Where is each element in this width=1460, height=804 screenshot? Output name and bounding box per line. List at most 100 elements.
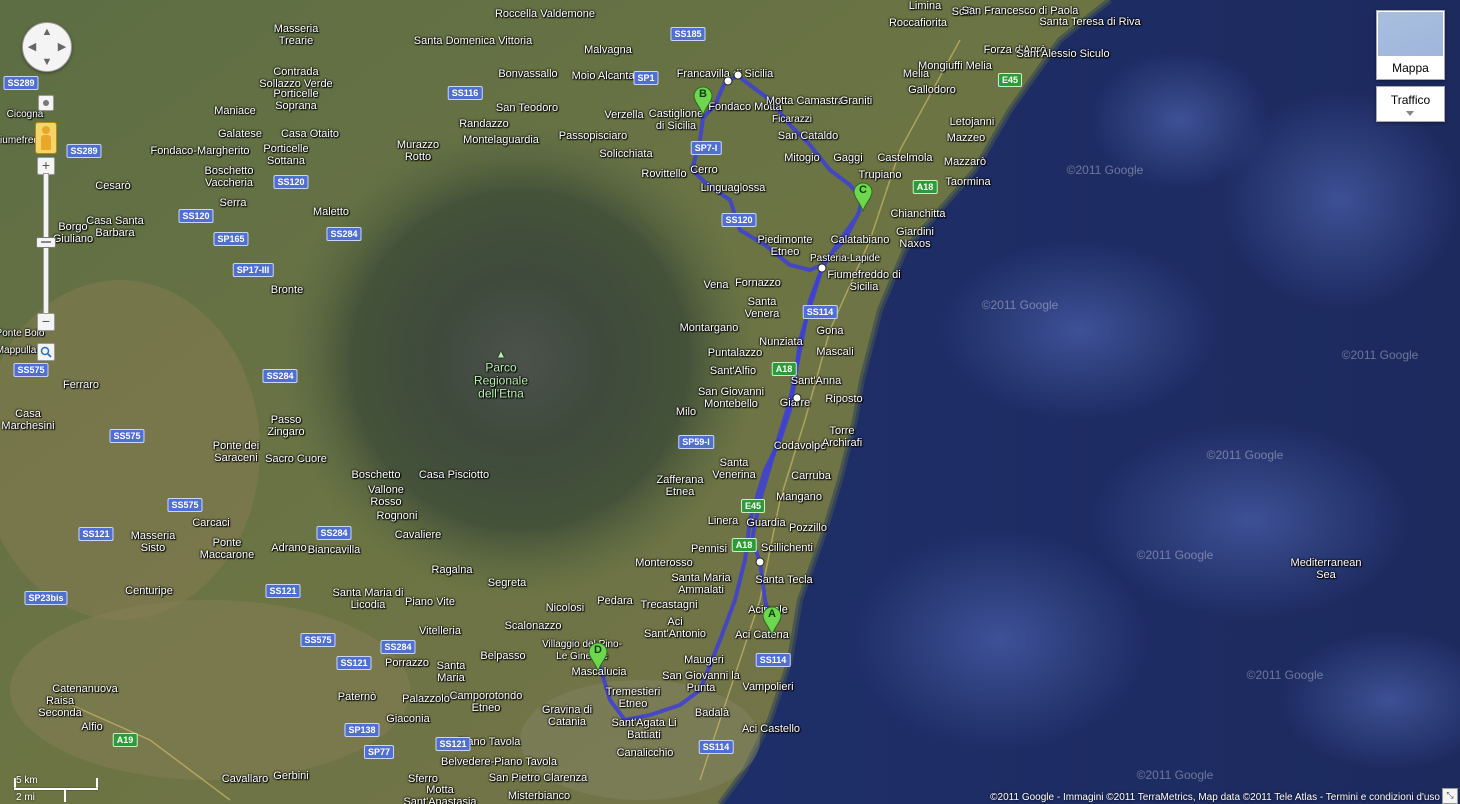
- place-label: Mazzarò: [943, 156, 987, 168]
- place-label: Passo Zingaro: [267, 414, 305, 438]
- route-marker-c[interactable]: C: [852, 182, 874, 213]
- expand-icon[interactable]: ⤡: [1442, 788, 1458, 804]
- pegman-icon[interactable]: [35, 122, 57, 154]
- place-label: Cerro: [690, 164, 718, 176]
- place-label: Taormina: [945, 176, 991, 188]
- watermark: ©2011 Google: [1206, 448, 1284, 462]
- place-label: Casa Marchesini: [1, 408, 55, 432]
- place-label: Montelaguardia: [463, 134, 539, 146]
- road-shield: SS120: [178, 209, 214, 223]
- map-type-button[interactable]: Mappa: [1376, 10, 1445, 80]
- road-shield: SS114: [698, 740, 734, 754]
- place-label: Piano Vite: [405, 596, 455, 608]
- place-label: Sant'Agata Li Battiati: [611, 717, 677, 741]
- watermark: ©2011 Google: [1136, 548, 1214, 562]
- road-shield: SS575: [300, 633, 336, 647]
- place-label: Porticelle Soprana: [273, 88, 319, 112]
- place-label: Zafferana Etnea: [656, 474, 704, 498]
- pan-left-icon[interactable]: ◀: [26, 41, 38, 53]
- road-shield: SS575: [13, 363, 49, 377]
- road-shield: SS114: [802, 305, 838, 319]
- pan-up-icon[interactable]: ▲: [41, 26, 53, 38]
- place-label: Santa Maria: [436, 660, 466, 684]
- scale-km-label: 5 km: [16, 775, 38, 786]
- place-label: Casa Pisciotto: [418, 469, 490, 481]
- route-marker-d[interactable]: D: [587, 642, 609, 673]
- pan-right-icon[interactable]: ▶: [56, 41, 68, 53]
- place-label: Belpasso: [480, 650, 526, 662]
- park-label: Parco Regionale dell'Etna: [473, 360, 529, 401]
- route-waypoint[interactable]: [817, 263, 827, 273]
- street-view-dot-icon[interactable]: [38, 95, 54, 111]
- road-shield: SS116: [447, 86, 483, 100]
- road-shield: SS575: [109, 429, 145, 443]
- watermark: ©2011 Google: [1246, 668, 1324, 682]
- place-label: Gerbini: [273, 770, 309, 782]
- place-label: San Cataldo: [777, 130, 839, 142]
- route-marker-a[interactable]: A: [761, 606, 783, 637]
- road-shield: SP138: [344, 723, 380, 737]
- place-label: Malvagna: [584, 44, 632, 56]
- place-label: Randazzo: [459, 118, 509, 130]
- place-label: Gallodoro: [908, 84, 956, 96]
- place-label: Murazzo Rotto: [396, 139, 440, 163]
- place-label: Gaggi: [833, 152, 863, 164]
- route-marker-b[interactable]: B: [692, 86, 714, 117]
- place-label: Vitelleria: [419, 625, 461, 637]
- place-label: Boschetto Vaccheria: [204, 165, 254, 189]
- place-label: Chianchitta: [890, 208, 946, 220]
- pan-down-icon[interactable]: ▼: [41, 56, 53, 68]
- terms-link[interactable]: Termini e condizioni d'uso: [1326, 792, 1440, 803]
- route-waypoint[interactable]: [755, 557, 765, 567]
- zoom-slider-handle[interactable]: [36, 237, 56, 248]
- place-label: Boschetto: [351, 469, 401, 481]
- watermark: ©2011 Google: [1136, 768, 1214, 782]
- place-label: Ficarazzi: [771, 114, 813, 125]
- place-label: Solicchiata: [599, 148, 653, 160]
- place-label: Serra: [219, 197, 247, 209]
- place-label: San Pietro Clarenza: [488, 772, 588, 784]
- road-shield: SS289: [66, 144, 102, 158]
- place-label: Ponte dei Saraceni: [212, 440, 260, 464]
- place-label: Rognoni: [376, 510, 418, 522]
- road-shield: SP77: [363, 745, 395, 759]
- place-label: Mongiuffi Melia: [918, 60, 992, 72]
- map-canvas[interactable]: ©2011 Google ©2011 Google ©2011 Google ©…: [0, 0, 1460, 804]
- map-type-thumbnail: [1378, 12, 1443, 56]
- marker-letter: D: [594, 644, 602, 656]
- route-waypoint[interactable]: [733, 70, 743, 80]
- place-label: Vena: [703, 279, 729, 291]
- place-label: Passopisciaro: [558, 130, 628, 142]
- road-shield: SS284: [380, 640, 416, 654]
- traffic-button[interactable]: Traffico: [1376, 86, 1445, 122]
- place-label: San Teodoro: [495, 102, 559, 114]
- place-label: Motta Camastra: [765, 95, 845, 107]
- road-shield: SP17-III: [232, 263, 274, 277]
- attribution-text: ©2011 Google - Immagini ©2011 TerraMetri…: [990, 792, 1326, 803]
- road-shield: SS121: [78, 527, 114, 541]
- place-label: Torre Archirafi: [821, 425, 863, 449]
- place-label: Aci Sant'Antonio: [643, 616, 707, 640]
- place-label: Linguaglossa: [700, 182, 766, 194]
- route-waypoint[interactable]: [723, 76, 733, 86]
- place-label: Ponte Maccarone: [199, 537, 255, 561]
- route-waypoint[interactable]: [792, 393, 802, 403]
- place-label: Adrano: [271, 542, 307, 554]
- place-label: Maugeri: [684, 654, 724, 666]
- place-label: Villaggio del Pino-Le Ginestre: [542, 639, 622, 662]
- road-shield: SS121: [435, 737, 471, 751]
- place-label: Badalà: [694, 707, 730, 719]
- road-shield: SS120: [721, 213, 757, 227]
- place-label: Paternò: [337, 691, 377, 703]
- place-label: Santa Venera: [744, 296, 780, 320]
- chevron-down-icon: [1406, 111, 1414, 116]
- pan-control[interactable]: ▲ ▼ ◀ ▶: [22, 22, 72, 72]
- place-label: Ferraro: [62, 379, 100, 391]
- place-label: Galatese: [217, 128, 263, 140]
- place-label: Graniti: [839, 95, 873, 107]
- zoom-out-button[interactable]: −: [37, 313, 55, 331]
- road-shield: SS575: [167, 498, 203, 512]
- place-label: Masseria Sisto: [130, 530, 176, 554]
- road-shield: SS120: [273, 175, 309, 189]
- zoom-box-button[interactable]: [37, 343, 55, 361]
